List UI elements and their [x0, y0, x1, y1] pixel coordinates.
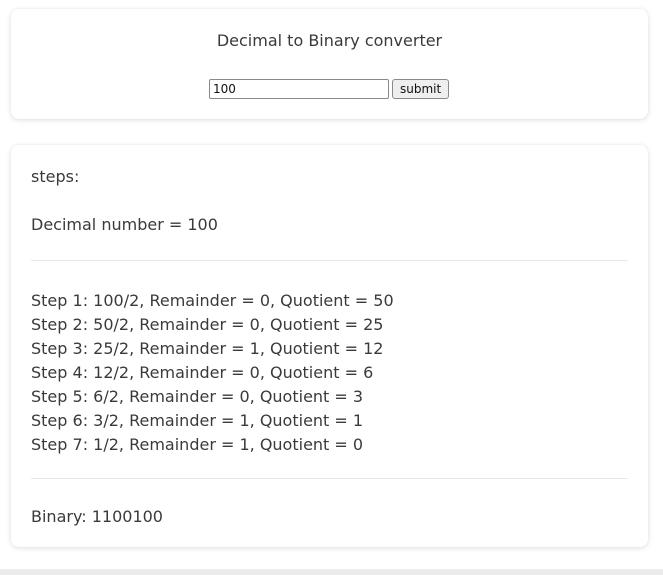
converter-card: Decimal to Binary converter submit	[11, 9, 648, 119]
divider	[31, 260, 628, 261]
page-title: Decimal to Binary converter	[216, 31, 443, 50]
decimal-number-line: Decimal number = 100	[31, 215, 218, 234]
step-list: Step 1: 100/2, Remainder = 0, Quotient =…	[31, 289, 394, 457]
divider	[31, 478, 628, 479]
submit-button[interactable]: submit	[392, 79, 450, 99]
step-item: Step 2: 50/2, Remainder = 0, Quotient = …	[31, 315, 384, 334]
step-item: Step 5: 6/2, Remainder = 0, Quotient = 3	[31, 387, 364, 406]
step-item: Step 6: 3/2, Remainder = 1, Quotient = 1	[31, 411, 364, 430]
bottom-bar	[0, 569, 663, 575]
step-item: Step 7: 1/2, Remainder = 1, Quotient = 0	[31, 435, 364, 454]
converter-form: submit	[209, 79, 450, 99]
steps-card: steps: Decimal number = 100 Step 1: 100/…	[11, 145, 648, 547]
steps-label: steps:	[31, 167, 80, 186]
step-item: Step 4: 12/2, Remainder = 0, Quotient = …	[31, 363, 374, 382]
step-item: Step 3: 25/2, Remainder = 1, Quotient = …	[31, 339, 384, 358]
step-item: Step 1: 100/2, Remainder = 0, Quotient =…	[31, 291, 394, 310]
decimal-input[interactable]	[209, 79, 389, 99]
binary-result: Binary: 1100100	[31, 507, 163, 526]
